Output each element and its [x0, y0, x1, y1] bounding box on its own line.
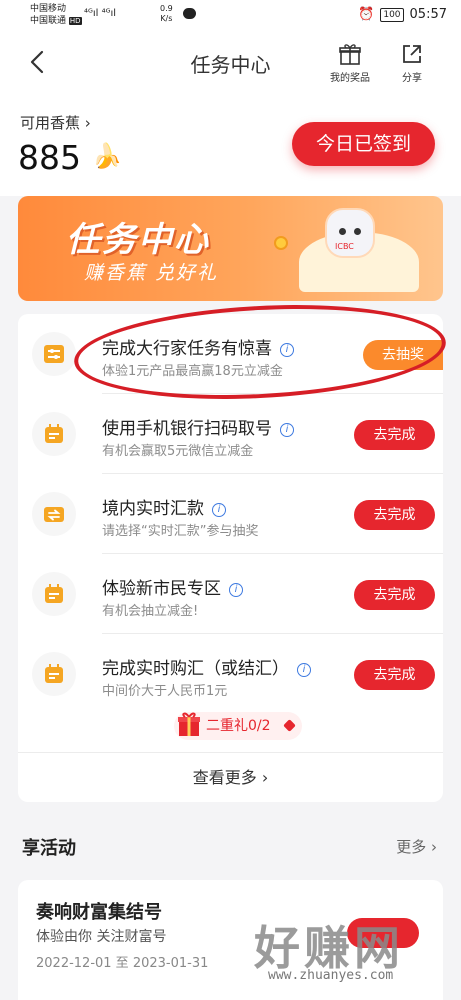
- balance-value: 885: [18, 138, 81, 177]
- checkin-button[interactable]: 今日已签到: [292, 122, 435, 166]
- share-icon: [403, 45, 421, 63]
- info-icon[interactable]: i: [297, 663, 311, 677]
- banana-icon: 🍌: [92, 142, 122, 170]
- balance-label: 可用香蕉: [20, 114, 81, 132]
- speed-unit: K/s: [160, 14, 173, 23]
- coin-icon: [274, 236, 288, 250]
- task-row: 使用手机银行扫码取号 i 有机会赢取5元微信立减金 去完成: [18, 394, 443, 474]
- more-label: 更多: [396, 838, 427, 856]
- clock: 05:57: [409, 7, 447, 22]
- complete-button[interactable]: 去完成: [354, 500, 435, 530]
- activity-title: 奏响财富集结号: [36, 902, 162, 923]
- hd-badge: HD: [68, 17, 82, 25]
- gift-label: 二重礼0/2: [206, 718, 271, 734]
- speed-value: 0.9: [160, 4, 173, 13]
- carrier-info: 中国移动 中国联通 HD: [30, 3, 82, 27]
- task-title: 境内实时汇款 i: [102, 494, 226, 519]
- view-more-link[interactable]: 查看更多 ›: [18, 752, 443, 802]
- complete-button[interactable]: 去完成: [354, 660, 435, 690]
- network-speed: 0.9 K/s: [160, 4, 173, 24]
- activity-card[interactable]: 奏响财富集结号 体验由你 关注财富号 2022-12-01 至 2023-01-…: [18, 880, 443, 1000]
- share-button[interactable]: 分享: [400, 42, 424, 84]
- calendar-icon: [32, 652, 76, 696]
- balance-section: 可用香蕉 › 885 🍌 今日已签到: [0, 92, 461, 196]
- task-row: 体验新市民专区 i 有机会抽立减金! 去完成: [18, 554, 443, 634]
- info-icon[interactable]: i: [212, 503, 226, 517]
- calendar-icon: [32, 412, 76, 456]
- task-subtitle: 中间价大于人民币1元: [102, 684, 228, 699]
- carrier-2: 中国联通: [30, 16, 67, 26]
- task-title-text: 完成实时购汇（或结汇）: [102, 659, 289, 679]
- task-subtitle: 有机会赢取5元微信立减金: [102, 444, 254, 459]
- activities-more-link[interactable]: 更多 ›: [396, 836, 437, 857]
- gift-icon: [339, 44, 361, 65]
- balance-link[interactable]: 可用香蕉 ›: [20, 112, 91, 133]
- nav-bar: 任务中心 我的奖品 分享: [0, 32, 461, 92]
- activity-date: 2022-12-01 至 2023-01-31: [36, 956, 209, 971]
- task-title-text: 体验新市民专区: [102, 579, 221, 599]
- chevron-right-icon: ›: [84, 114, 91, 132]
- task-title-text: 境内实时汇款: [102, 499, 204, 519]
- mascot-brand: ICBC: [335, 242, 354, 251]
- my-prizes-label: 我的奖品: [330, 73, 370, 84]
- task-title: 完成实时购汇（或结汇） i: [102, 654, 311, 679]
- double-gift-badge[interactable]: 二重礼0/2: [174, 712, 302, 740]
- signal-icon: ⁴ᴳıl ⁴ᴳıl: [84, 8, 117, 19]
- status-right: ⏰ 100 05:57: [358, 7, 447, 22]
- mascot-illustration: ICBC: [325, 208, 375, 258]
- carrier-1: 中国移动: [30, 4, 67, 14]
- activities-title: 享活动: [22, 838, 76, 859]
- expand-icon: [283, 719, 296, 732]
- my-prizes-button[interactable]: 我的奖品: [330, 42, 370, 84]
- task-title: 体验新市民专区 i: [102, 574, 243, 599]
- task-row: 境内实时汇款 i 请选择“实时汇款”参与抽奖 去完成: [18, 474, 443, 554]
- chevron-right-icon: ›: [261, 768, 269, 787]
- complete-button[interactable]: 去完成: [354, 580, 435, 610]
- info-icon[interactable]: i: [280, 423, 294, 437]
- chat-notification-icon: [183, 8, 196, 19]
- calendar-icon: [32, 572, 76, 616]
- alarm-icon: ⏰: [358, 7, 375, 22]
- task-title: 使用手机银行扫码取号 i: [102, 414, 294, 439]
- info-icon[interactable]: i: [229, 583, 243, 597]
- activity-subtitle: 体验由你 关注财富号: [36, 929, 167, 945]
- banner-subtitle: 赚香蕉 兑好礼: [84, 262, 219, 284]
- gift-box-icon: [178, 712, 200, 736]
- page-title: 任务中心: [190, 53, 271, 77]
- task-title-text: 使用手机银行扫码取号: [102, 419, 272, 439]
- task-center-banner: 任务中心 赚香蕉 兑好礼 ICBC: [18, 196, 443, 301]
- sliders-icon: [32, 332, 76, 376]
- transfer-icon: [32, 492, 76, 536]
- battery-icon: 100: [380, 7, 404, 22]
- banner-title: 任务中心: [66, 220, 210, 260]
- chevron-right-icon: ›: [431, 838, 437, 856]
- share-label: 分享: [402, 73, 422, 84]
- view-more-label: 查看更多: [192, 768, 257, 787]
- task-subtitle: 请选择“实时汇款”参与抽奖: [102, 524, 259, 539]
- activity-button[interactable]: [347, 918, 419, 948]
- task-row: 完成实时购汇（或结汇） i 中间价大于人民币1元 去完成: [18, 634, 443, 714]
- status-bar: 中国移动 中国联通 HD ⁴ᴳıl ⁴ᴳıl 0.9 K/s ⏰ 100 05:…: [0, 0, 461, 32]
- task-subtitle: 有机会抽立减金!: [102, 604, 199, 619]
- complete-button[interactable]: 去完成: [354, 420, 435, 450]
